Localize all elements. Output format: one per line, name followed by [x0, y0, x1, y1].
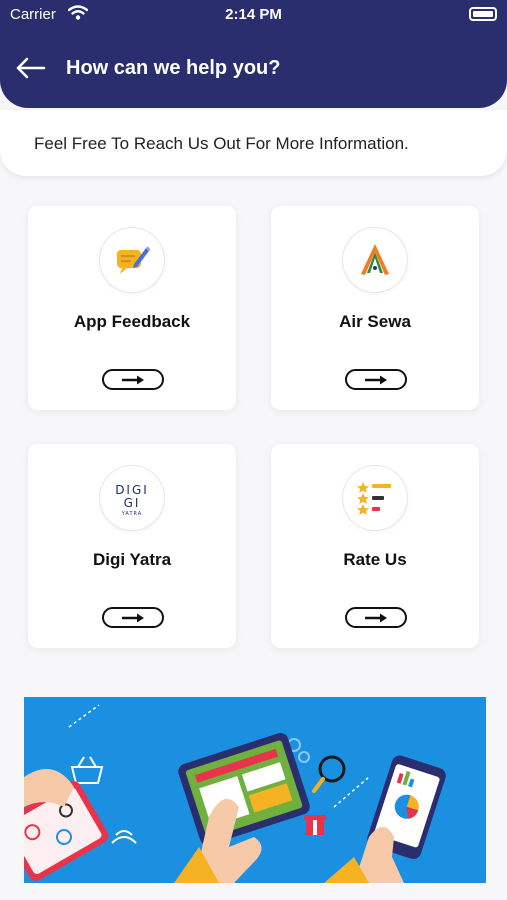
arrow-right-icon: [122, 613, 144, 622]
air-sewa-arrow-button[interactable]: [345, 369, 407, 390]
basket-icon: [70, 756, 104, 784]
info-text: Feel Free To Reach Us Out For More Infor…: [34, 134, 409, 153]
air-sewa-logo-icon: [343, 228, 407, 292]
digi-yatra-logo-line2: YATRA: [121, 511, 142, 517]
rate-us-icon: [343, 466, 407, 530]
app-header: Carrier 2:14 PM How can we help you?: [0, 0, 507, 108]
app-feedback-card[interactable]: App Feedback: [28, 206, 236, 410]
help-illustration: [24, 697, 486, 883]
digi-yatra-arrow-button[interactable]: [102, 607, 164, 628]
digi-yatra-card[interactable]: DIGI GI YATRA Digi Yatra: [28, 444, 236, 648]
rate-us-card[interactable]: Rate Us: [271, 444, 479, 648]
air-sewa-card[interactable]: Air Sewa: [271, 206, 479, 410]
rate-us-arrow-button[interactable]: [345, 607, 407, 628]
digi-yatra-logo-line1: DIGI: [115, 483, 149, 497]
card-label: App Feedback: [73, 312, 191, 331]
card-label: Air Sewa: [339, 312, 411, 331]
digi-yatra-logo-icon: DIGI GI YATRA: [100, 466, 164, 530]
arrow-right-icon: [365, 375, 387, 384]
arrow-right-icon: [365, 613, 387, 622]
info-banner: Feel Free To Reach Us Out For More Infor…: [0, 110, 507, 176]
arrow-right-icon: [122, 375, 144, 384]
svg-text:GI: GI: [124, 496, 141, 510]
gift-icon: [304, 815, 326, 835]
status-time: 2:14 PM: [225, 6, 282, 23]
battery-icon: [469, 7, 497, 21]
app-feedback-arrow-button[interactable]: [102, 369, 164, 390]
card-label: Digi Yatra: [92, 550, 172, 569]
page-title: How can we help you?: [66, 57, 281, 79]
magnifier-icon: [312, 755, 346, 793]
status-bar: Carrier 2:14 PM: [0, 0, 507, 30]
card-label: Rate Us: [343, 550, 407, 569]
back-arrow-icon[interactable]: [14, 54, 48, 82]
feedback-icon: [100, 228, 164, 292]
